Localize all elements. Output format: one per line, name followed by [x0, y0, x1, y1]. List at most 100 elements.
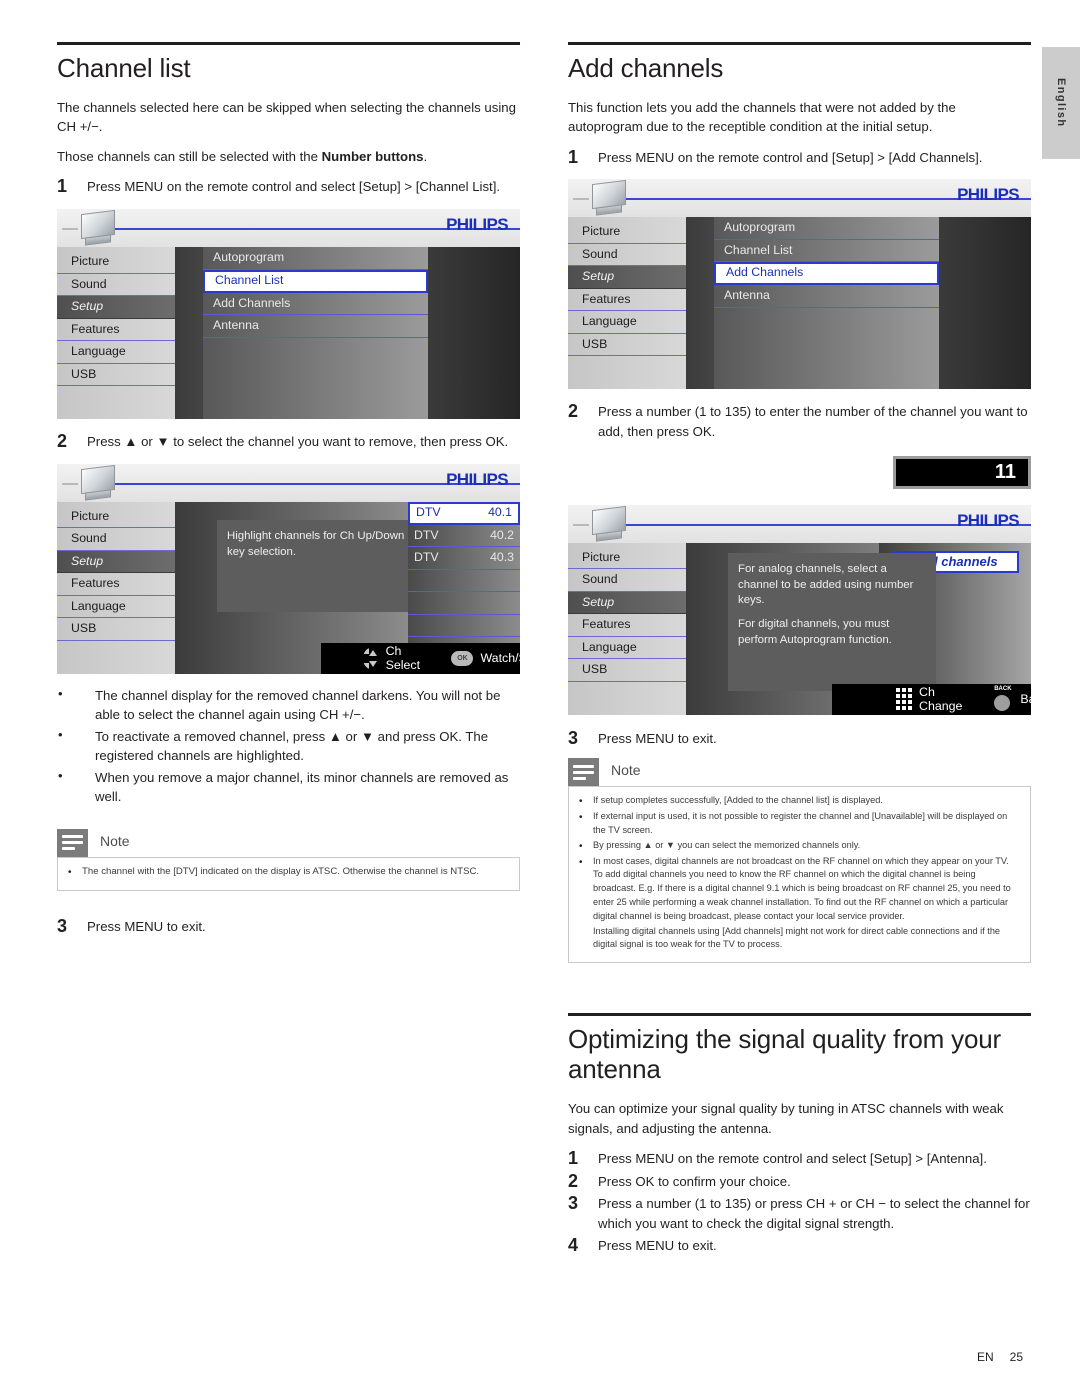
sidebar-item-language[interactable]: Language: [57, 341, 175, 364]
channel-type: DTV: [414, 550, 439, 565]
menu-item-channel-list[interactable]: Channel List: [203, 269, 428, 293]
step-text: Press a number (1 to 135) to enter the n…: [598, 404, 1028, 440]
optimizing-intro: You can optimize your signal quality by …: [568, 1101, 1004, 1136]
action-back[interactable]: BACK Back: [992, 686, 1031, 712]
note-item: •Installing digital channels using [Add …: [579, 925, 1020, 953]
note-text: Installing digital channels using [Add c…: [593, 925, 1001, 950]
menu-item-add-channels[interactable]: Add Channels: [714, 262, 939, 286]
step-number: 1: [568, 146, 579, 167]
sidebar-item-language[interactable]: Language: [57, 596, 175, 619]
action-ch-change[interactable]: Ch Change: [896, 685, 962, 713]
help-paragraph-1: For analog channels, select a channel to…: [738, 562, 914, 607]
note-text: The channel with the [DTV] indicated on …: [82, 865, 480, 877]
sidebar-item-features[interactable]: Features: [57, 319, 175, 342]
footer-page-number: 25: [1009, 1350, 1023, 1364]
channel-row[interactable]: DTV 40.1: [408, 501, 520, 525]
menu-item-autoprogram[interactable]: Autoprogram: [203, 247, 428, 270]
step-2-add-channels: 2 Press a number (1 to 135) to enter the…: [568, 402, 1031, 441]
step-text: Press ▲ or ▼ to select the channel you w…: [87, 434, 509, 450]
bullet-dot: •: [58, 685, 63, 701]
sidebar-item-usb[interactable]: USB: [57, 618, 175, 641]
note-item: • The channel with the [DTV] indicated on…: [68, 865, 509, 880]
header-dash: [62, 228, 78, 231]
channel-row-empty[interactable]: [408, 570, 520, 593]
section-rule: [57, 42, 520, 45]
sidebar-item-picture[interactable]: Picture: [57, 506, 175, 529]
section-rule: [568, 42, 1031, 45]
list-item: • To reactivate a removed channel, press …: [57, 727, 520, 766]
step-4-optimizing: 4 Press MENU to exit.: [568, 1236, 1031, 1256]
channel-list-bullets: • The channel display for the removed cha…: [57, 686, 520, 807]
tv-set-icon: [77, 209, 123, 249]
bullet-dot: •: [579, 796, 583, 808]
channel-number: 40.3: [490, 550, 514, 565]
channel-row[interactable]: DTV 40.2: [408, 525, 520, 548]
sidebar-item-sound[interactable]: Sound: [57, 528, 175, 551]
section-optimizing: Optimizing the signal quality from your …: [568, 1013, 1031, 1256]
tv-set-icon: [77, 464, 123, 504]
sidebar-item-language[interactable]: Language: [568, 311, 686, 334]
tv-osd-body: Picture Sound Setup Features Language US…: [568, 542, 1031, 715]
sidebar-item-usb[interactable]: USB: [57, 364, 175, 387]
tv-osd-sidebar: Picture Sound Setup Features Language US…: [568, 217, 686, 390]
bullet-dot: •: [579, 840, 583, 852]
left-column: Channel list The channels selected here …: [57, 42, 520, 936]
tv-osd-header: PHILIPS: [57, 209, 520, 249]
note-text: By pressing ▲ or ▼ you can select the me…: [593, 839, 861, 850]
sidebar-item-usb[interactable]: USB: [568, 659, 686, 682]
channel-type: DTV: [416, 504, 441, 519]
sidebar-item-picture[interactable]: Picture: [568, 547, 686, 570]
note-box-left: Note • The channel with the [DTV] indicat…: [57, 828, 520, 891]
tv-osd-header: PHILIPS: [57, 463, 520, 504]
note-body: • The channel with the [DTV] indicated on…: [57, 856, 520, 891]
step-2-channel-list: 2 Press ▲ or ▼ to select the channel you…: [57, 432, 520, 452]
tv-osd-channel-selection: PHILIPS Picture Sound Setup Features Lan…: [57, 463, 520, 674]
header-dash: [573, 523, 589, 526]
add-channels-intro: This function lets you add the channels …: [568, 99, 956, 135]
sidebar-item-sound[interactable]: Sound: [57, 274, 175, 297]
bullet-dot: •: [68, 866, 72, 878]
step-3-optimizing: 3 Press a number (1 to 135) or press CH …: [568, 1193, 1031, 1233]
menu-item-antenna[interactable]: Antenna: [714, 285, 939, 308]
ok-button-icon: OK: [451, 650, 474, 666]
sidebar-item-setup[interactable]: Setup: [57, 550, 175, 574]
channel-list-intro-1: The channels selected here can be skippe…: [57, 99, 516, 135]
sidebar-item-sound[interactable]: Sound: [568, 569, 686, 592]
sidebar-item-features[interactable]: Features: [568, 289, 686, 312]
philips-logo: PHILIPS: [446, 215, 509, 235]
action-watch-skip[interactable]: OK Watch/Skip: [451, 650, 520, 666]
action-label: Ch Change: [919, 685, 963, 714]
channel-row[interactable]: DTV 40.3: [408, 547, 520, 570]
sidebar-item-sound[interactable]: Sound: [568, 244, 686, 267]
sidebar-item-picture[interactable]: Picture: [57, 251, 175, 274]
channel-row-empty[interactable]: [408, 615, 520, 638]
sidebar-item-language[interactable]: Language: [568, 637, 686, 660]
keypad-icon: [896, 688, 912, 711]
channel-row-empty[interactable]: [408, 592, 520, 615]
menu-item-antenna[interactable]: Antenna: [203, 315, 428, 338]
menu-item-autoprogram[interactable]: Autoprogram: [714, 217, 939, 240]
bullet-dot: •: [579, 856, 583, 868]
sidebar-item-setup[interactable]: Setup: [568, 266, 686, 289]
tv-osd-header: PHILIPS: [568, 504, 1031, 543]
sidebar-item-picture[interactable]: Picture: [568, 221, 686, 244]
philips-logo: PHILIPS: [957, 185, 1020, 205]
action-label: Back: [1020, 692, 1031, 707]
menu-item-add-channels[interactable]: Add Channels: [203, 293, 428, 316]
menu-item-channel-list[interactable]: Channel List: [714, 240, 939, 263]
step-number: 3: [568, 727, 579, 748]
bullet-dot: •: [58, 767, 63, 783]
sidebar-item-setup[interactable]: Setup: [568, 591, 686, 615]
tv-osd-sidebar: Picture Sound Setup Features Language US…: [568, 542, 686, 715]
footer-language-code: EN: [976, 1350, 994, 1364]
sidebar-item-features[interactable]: Features: [57, 573, 175, 596]
tv-osd-body: Picture Sound Setup Features Language US…: [57, 501, 520, 674]
action-ch-select[interactable]: Ch Select: [363, 644, 425, 672]
step-number: 1: [57, 176, 68, 197]
sidebar-item-features[interactable]: Features: [568, 614, 686, 637]
step-2-optimizing: 2 Press OK to confirm your choice.: [568, 1171, 1031, 1192]
note-text: If setup completes successfully, [Added …: [593, 795, 883, 806]
sidebar-item-usb[interactable]: USB: [568, 334, 686, 357]
sidebar-item-setup[interactable]: Setup: [57, 296, 175, 319]
philips-logo: PHILIPS: [957, 510, 1020, 530]
